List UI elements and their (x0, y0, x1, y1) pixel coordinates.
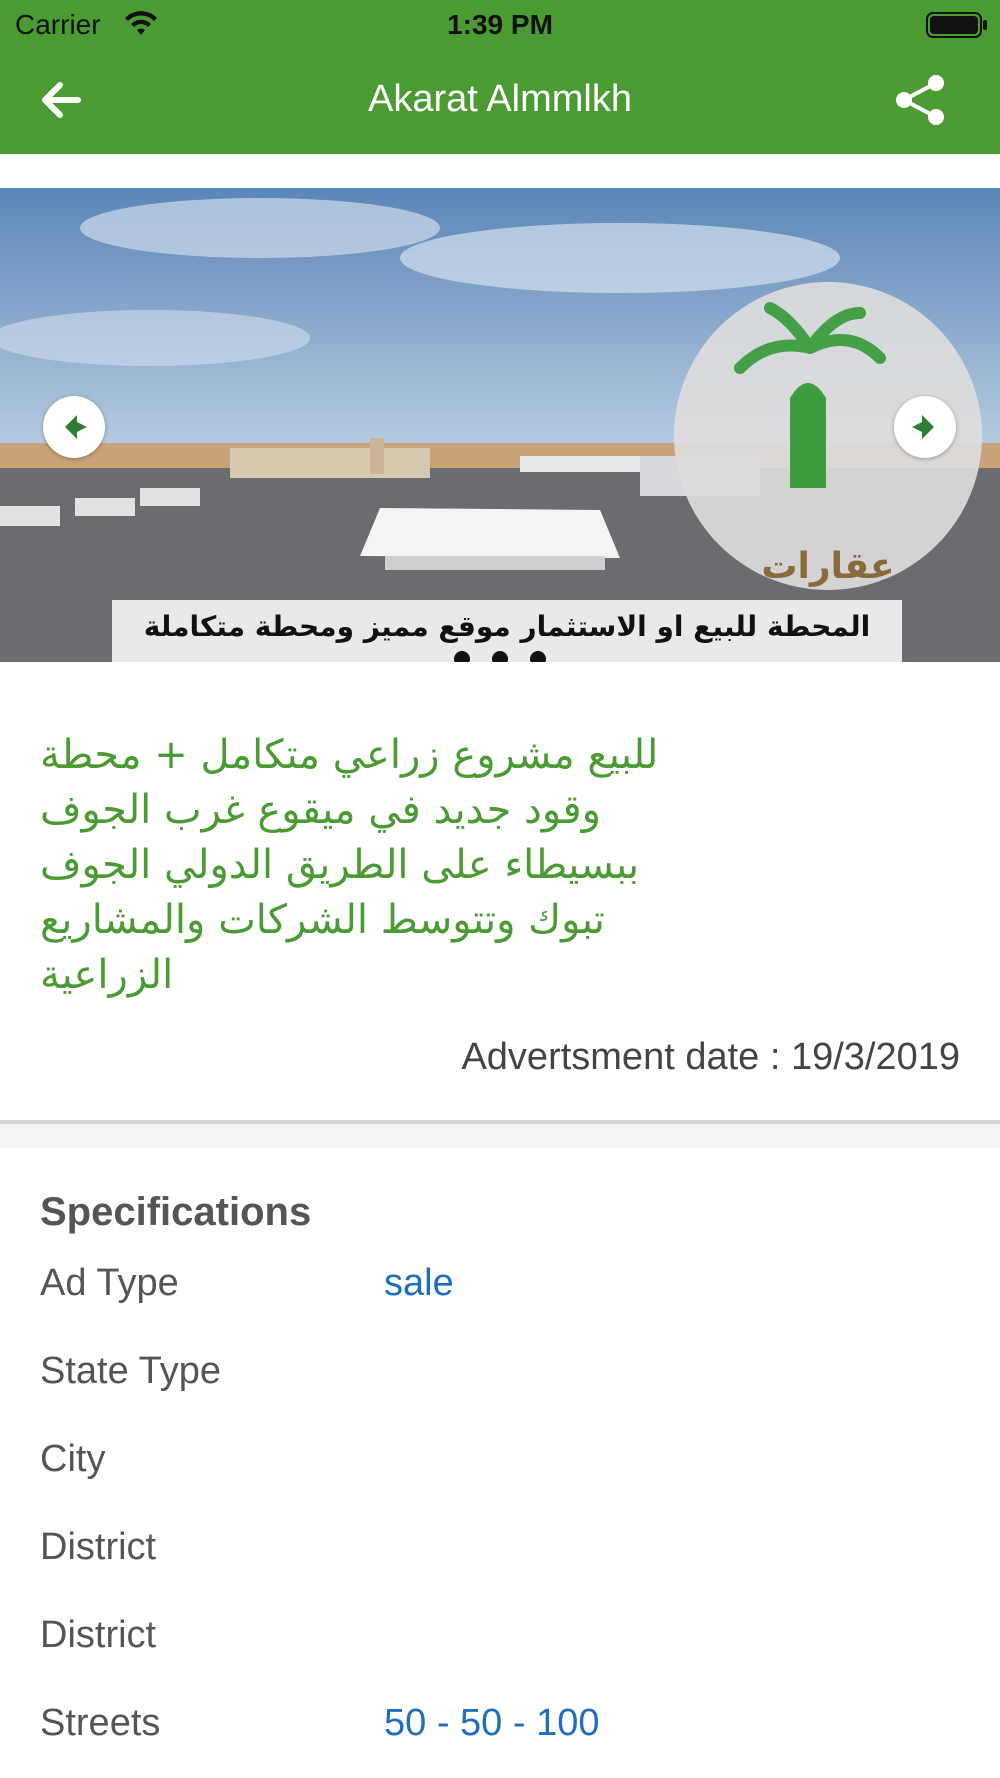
spec-label: Streets (40, 1702, 161, 1744)
page-dot[interactable] (454, 651, 470, 662)
description-line: وقود جديد في ميقوع غرب الجوف (40, 787, 601, 833)
image-carousel[interactable]: عقارات المحطة للبيع او الاستثمار موقع مم… (0, 188, 1000, 662)
listing-description: للبيع مشروع زراعي متكامل + محطة وقود جدي… (40, 728, 740, 1003)
top-bar: Carrier 1:39 PM Akarat Almmlkh (0, 0, 1000, 154)
battery-icon (926, 12, 987, 38)
specifications-title: Specifications (40, 1190, 312, 1234)
spec-label: City (40, 1438, 106, 1480)
carousel-next-button[interactable] (894, 396, 956, 458)
page-title: Akarat Almmlkh (368, 78, 632, 120)
spec-row-city: City (40, 1438, 960, 1498)
spec-label: District (40, 1614, 157, 1656)
spec-label: Ad Type (40, 1262, 179, 1304)
spec-label: State Type (40, 1350, 221, 1392)
share-icon[interactable] (892, 72, 948, 128)
description-line: ببسيطاء على الطريق الدولي الجوف (40, 842, 640, 888)
clock: 1:39 PM (447, 9, 553, 40)
advertisement-date: Advertsment date : 19/3/2019 (461, 1036, 960, 1078)
spec-label: District (40, 1526, 157, 1568)
screen: Carrier 1:39 PM Akarat Almmlkh عقارات ال… (0, 0, 1000, 1778)
description-line: تبوك وتتوسط الشركات والمشاريع (40, 897, 605, 943)
page-dot[interactable] (530, 651, 546, 662)
status-bar: Carrier 1:39 PM (0, 0, 1000, 50)
description-line: الزراعية (40, 952, 174, 998)
page-dot[interactable] (492, 651, 508, 662)
spec-row-streets: Streets 50 - 50 - 100 (40, 1702, 960, 1762)
section-gap (0, 1124, 1000, 1148)
logo-text: عقارات (761, 546, 894, 587)
spec-row-ad-type: Ad Type sale (40, 1262, 960, 1322)
carousel-pagination (0, 651, 1000, 662)
spec-row-district-2: District (40, 1614, 960, 1674)
spec-row-state-type: State Type (40, 1350, 960, 1410)
listing-photo: عقارات (0, 188, 1000, 662)
description-line: للبيع مشروع زراعي متكامل + محطة (40, 732, 659, 778)
spec-row-district: District (40, 1526, 960, 1586)
carousel-prev-button[interactable] (43, 396, 105, 458)
spec-value: 50 - 50 - 100 (384, 1702, 600, 1744)
spec-value: sale (384, 1262, 454, 1304)
prev-arrow-icon (65, 415, 87, 439)
next-arrow-icon (912, 415, 934, 439)
navigation-bar: Akarat Almmlkh (0, 50, 1000, 154)
